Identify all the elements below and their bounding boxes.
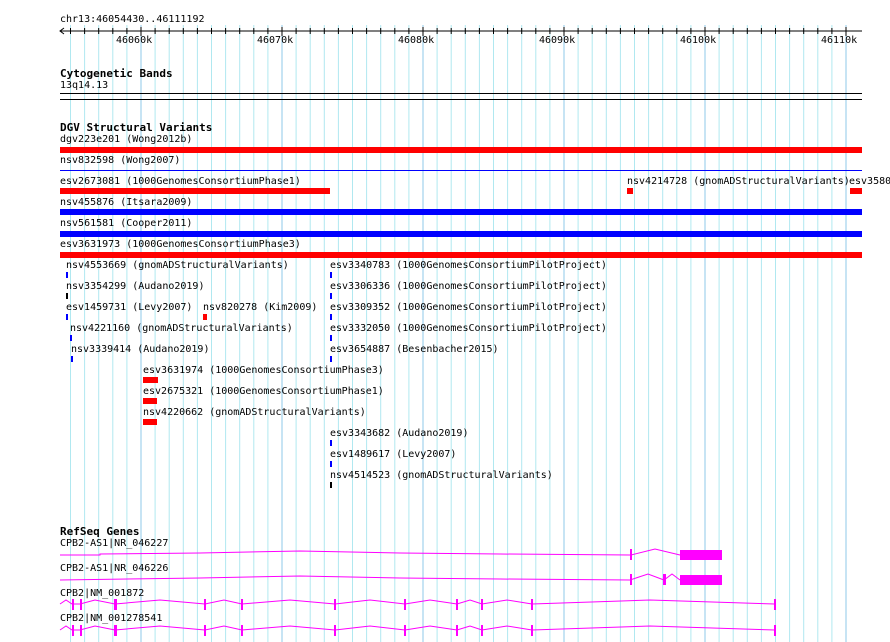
- feature-label: esv3309352 (1000GenomesConsortiumPilotPr…: [330, 302, 607, 313]
- feature-label: nsv561581 (Cooper2011): [60, 218, 193, 229]
- variant-bar[interactable]: [330, 293, 332, 299]
- variant-bar[interactable]: [330, 335, 332, 341]
- feature-label: esv3340783 (1000GenomesConsortiumPilotPr…: [330, 260, 607, 271]
- tick-label: 46100k: [680, 35, 717, 46]
- variant-bar[interactable]: [143, 419, 157, 425]
- variant-bar[interactable]: [143, 377, 158, 383]
- feature-label: esv1459731 (Levy2007): [66, 302, 193, 313]
- feature-label: esv3332050 (1000GenomesConsortiumPilotPr…: [330, 323, 607, 334]
- tick-label: 46060k: [116, 35, 153, 46]
- variant-bar[interactable]: [71, 356, 73, 362]
- feature-label: nsv455876 (Itsara2009): [60, 197, 193, 208]
- feature-label: dgv223e201 (Wong2012b): [60, 134, 193, 145]
- feature-label: esv2673081 (1000GenomesConsortiumPhase1): [60, 176, 301, 187]
- variant-bar[interactable]: [60, 147, 862, 153]
- feature-label: nsv4514523 (gnomADStructuralVariants): [330, 470, 553, 481]
- variant-bar[interactable]: [66, 314, 68, 320]
- feature-label: nsv4221160 (gnomADStructuralVariants): [70, 323, 293, 334]
- gene-label: CPB2-AS1|NR_046226: [60, 563, 169, 574]
- feature-label: esv3631974 (1000GenomesConsortiumPhase3): [143, 365, 384, 376]
- genome-browser-panel: chr13:46054430..46111192 46060k 46070k 4…: [0, 0, 890, 642]
- feature-label: nsv4220662 (gnomADStructuralVariants): [143, 407, 366, 418]
- band-outline-top[interactable]: [60, 93, 862, 94]
- variant-bar[interactable]: [330, 356, 332, 362]
- gene-label: CPB2|NM_001872: [60, 588, 145, 599]
- feature-label: nsv832598 (Wong2007): [60, 155, 181, 166]
- variant-bar[interactable]: [330, 482, 332, 488]
- variant-bar[interactable]: [60, 231, 862, 237]
- variant-bar[interactable]: [330, 440, 332, 446]
- variant-bar[interactable]: [66, 293, 68, 299]
- variant-bar[interactable]: [330, 461, 332, 467]
- track-title-dgv: DGV Structural Variants: [60, 121, 213, 134]
- variant-bar[interactable]: [60, 252, 862, 258]
- track-title-refseq: RefSeq Genes: [60, 525, 140, 538]
- feature-label: esv3631973 (1000GenomesConsortiumPhase3): [60, 239, 301, 250]
- feature-label: esv3306336 (1000GenomesConsortiumPilotPr…: [330, 281, 607, 292]
- variant-bar[interactable]: [60, 188, 330, 194]
- track-title-cytogenetic-bands: Cytogenetic Bands: [60, 67, 173, 80]
- feature-label: nsv3339414 (Audano2019): [71, 344, 210, 355]
- variant-bar[interactable]: [850, 188, 862, 194]
- feature-label: esv3580: [849, 176, 890, 187]
- tick-label: 46110k: [821, 35, 858, 46]
- tick-label: 46070k: [257, 35, 294, 46]
- gene-label: CPB2-AS1|NR_046227: [60, 538, 169, 549]
- variant-bar[interactable]: [203, 314, 207, 320]
- tick-label: 46080k: [398, 35, 435, 46]
- feature-label: esv1489617 (Levy2007): [330, 449, 457, 460]
- feature-label: nsv4553669 (gnomADStructuralVariants): [66, 260, 289, 271]
- feature-label: nsv4214728 (gnomADStructuralVariants): [627, 176, 850, 187]
- feature-label: esv3654887 (Besenbacher2015): [330, 344, 499, 355]
- feature-label: esv2675321 (1000GenomesConsortiumPhase1): [143, 386, 384, 397]
- feature-label: esv3343682 (Audano2019): [330, 428, 469, 439]
- variant-bar[interactable]: [60, 209, 862, 215]
- band-outline-bottom: [60, 99, 862, 100]
- feature-label: nsv820278 (Kim2009): [203, 302, 318, 313]
- feature-label: nsv3354299 (Audano2019): [66, 281, 205, 292]
- tick-label: 46090k: [539, 35, 576, 46]
- gene-label: CPB2|NM_001278541: [60, 613, 163, 624]
- variant-bar[interactable]: [143, 398, 157, 404]
- band-label: 13q14.13: [60, 80, 109, 91]
- variant-bar[interactable]: [330, 314, 332, 320]
- variant-bar[interactable]: [627, 188, 633, 194]
- variant-bar[interactable]: [70, 335, 72, 341]
- variant-bar[interactable]: [66, 272, 68, 278]
- variant-bar[interactable]: [60, 170, 862, 171]
- variant-bar[interactable]: [330, 272, 332, 278]
